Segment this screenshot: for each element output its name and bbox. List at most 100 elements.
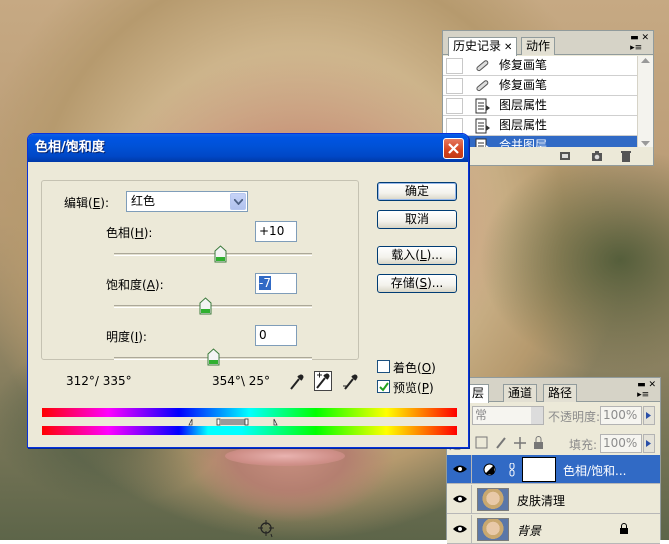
lightness-slider-thumb[interactable] [207, 348, 220, 366]
range-slider-handles[interactable] [187, 418, 287, 426]
history-snapshot-box[interactable] [446, 98, 463, 114]
colorize-checkbox[interactable] [377, 360, 390, 373]
crosshair-cursor-icon [258, 520, 274, 538]
saturation-value: -7 [259, 276, 271, 290]
history-panel-tabs: 历史记录 ✕ 动作 ▬ ✕ ▸≡ [443, 31, 653, 56]
minimize-icon[interactable]: ▬ [637, 380, 646, 390]
adjustment-layer-icon [483, 463, 496, 476]
close-icon [448, 143, 459, 154]
close-button[interactable] [443, 138, 464, 159]
save-button[interactable]: 存储(S)... [377, 274, 457, 293]
eyedropper-minus-icon[interactable] [342, 372, 360, 392]
saturation-slider-thumb[interactable] [199, 297, 212, 315]
load-button[interactable]: 载入(L)... [377, 246, 457, 265]
eye-icon [453, 525, 467, 533]
fill-slider-button[interactable] [643, 434, 655, 453]
history-item-label: 图层属性 [499, 118, 548, 132]
lightness-value: 0 [259, 328, 267, 342]
play-arrow-icon [646, 412, 651, 419]
lock-icons[interactable] [475, 436, 555, 450]
dialog-title: 色相/饱和度 [35, 140, 105, 155]
blend-mode-select[interactable]: 常 [472, 406, 544, 425]
preview-checkbox[interactable] [377, 380, 390, 393]
layer-row-hue-saturation[interactable]: 色相/饱和... [447, 455, 660, 484]
tab-channels-label: 通道 [508, 386, 533, 400]
saturation-label: 饱和度(A): [106, 278, 164, 292]
eye-icon [453, 495, 467, 503]
eyedropper-plus-button[interactable] [314, 371, 332, 391]
cancel-button-label: 取消 [404, 212, 429, 226]
visibility-toggle[interactable] [447, 455, 472, 484]
history-scrollbar[interactable] [637, 56, 653, 149]
edit-range-select[interactable]: 红色 [126, 191, 248, 212]
visibility-toggle[interactable] [447, 485, 472, 514]
healing-brush-icon [476, 60, 489, 72]
opacity-input[interactable]: 100% [600, 406, 642, 425]
minimize-icon[interactable]: ▬ [630, 33, 639, 43]
history-snapshot-box[interactable] [446, 58, 463, 74]
dialog-body: 编辑(E): 红色 色相(H): +10 饱和度(A): -7 明度(I): 0 [31, 162, 465, 444]
hue-saturation-dialog: 色相/饱和度 编辑(E): 红色 色相(H): +10 饱和度(A): -7 明… [27, 133, 469, 448]
new-document-icon[interactable] [559, 150, 571, 162]
tab-layers[interactable]: 层 [467, 384, 490, 403]
source-color-spectrum [42, 408, 457, 417]
cancel-button[interactable]: 取消 [377, 210, 457, 229]
close-tab-icon[interactable]: ✕ [504, 42, 512, 53]
range-readout-left: 312°/ 335° [66, 374, 132, 388]
history-item[interactable]: 图层属性 [443, 116, 637, 136]
layer-mask-thumbnail[interactable] [522, 457, 556, 482]
history-snapshot-box[interactable] [446, 78, 463, 94]
play-arrow-icon [646, 440, 651, 447]
scroll-up-icon[interactable] [641, 58, 650, 64]
tab-layers-label: 层 [472, 386, 485, 400]
dialog-title-bar[interactable]: 色相/饱和度 [28, 134, 468, 162]
eye-icon [453, 465, 467, 473]
tab-channels[interactable]: 通道 [503, 384, 538, 402]
history-snapshot-box[interactable] [446, 118, 463, 134]
trash-icon[interactable] [620, 150, 632, 162]
layer-options: 常 不透明度: 100% [447, 403, 660, 429]
tab-actions[interactable]: 动作 [521, 37, 556, 55]
lightness-input[interactable]: 0 [255, 325, 297, 346]
hue-value: +10 [259, 224, 285, 238]
panel-menu-icon[interactable]: ▸≡ [630, 43, 642, 53]
saturation-slider-track[interactable] [114, 305, 312, 308]
history-panel: 历史记录 ✕ 动作 ▬ ✕ ▸≡ 修复画笔 修复画笔 图层属性 图层属性 合并图… [442, 30, 654, 166]
panel-menu-icon[interactable]: ▸≡ [637, 390, 649, 400]
healing-brush-icon [476, 80, 489, 92]
range-slider[interactable] [42, 418, 457, 426]
hue-input[interactable]: +10 [255, 221, 297, 242]
tab-history[interactable]: 历史记录 ✕ [448, 37, 518, 56]
hue-slider-thumb[interactable] [214, 245, 227, 263]
layer-thumbnail[interactable] [477, 518, 509, 541]
edit-label: 编辑(E): [64, 196, 110, 210]
history-state-icon [475, 98, 490, 114]
lock-options: 定: 填充: 100% [447, 431, 660, 457]
history-item[interactable]: 修复画笔 [443, 76, 637, 96]
adjust-group: 编辑(E): 红色 色相(H): +10 饱和度(A): -7 明度(I): 0 [41, 180, 359, 366]
history-item[interactable]: 修复画笔 [443, 56, 637, 76]
eyedropper-icon[interactable] [288, 372, 306, 392]
photo-lips [225, 446, 345, 466]
hue-slider-track[interactable] [114, 253, 312, 256]
lock-icon [620, 523, 628, 534]
close-panel-icon[interactable]: ✕ [641, 33, 649, 43]
close-panel-icon[interactable]: ✕ [648, 380, 656, 390]
layer-thumbnail[interactable] [477, 488, 509, 511]
link-chain-icon [509, 463, 515, 477]
fill-input[interactable]: 100% [600, 434, 642, 453]
edit-range-value: 红色 [131, 194, 156, 208]
history-item[interactable]: 图层属性 [443, 96, 637, 116]
tab-paths[interactable]: 路径 [543, 384, 578, 402]
history-item-label: 图层属性 [499, 98, 548, 112]
blend-mode-value: 常 [475, 408, 488, 422]
opacity-slider-button[interactable] [643, 406, 655, 425]
ok-button[interactable]: 确定 [377, 182, 457, 201]
saturation-input[interactable]: -7 [255, 273, 297, 294]
opacity-label: 不透明度: [548, 410, 601, 424]
tab-paths-label: 路径 [548, 386, 573, 400]
history-item-label: 修复画笔 [499, 58, 548, 72]
new-snapshot-icon[interactable] [591, 150, 603, 162]
layer-row-skin-cleanup[interactable]: 皮肤清理 [447, 485, 660, 514]
tab-actions-label: 动作 [526, 39, 551, 53]
